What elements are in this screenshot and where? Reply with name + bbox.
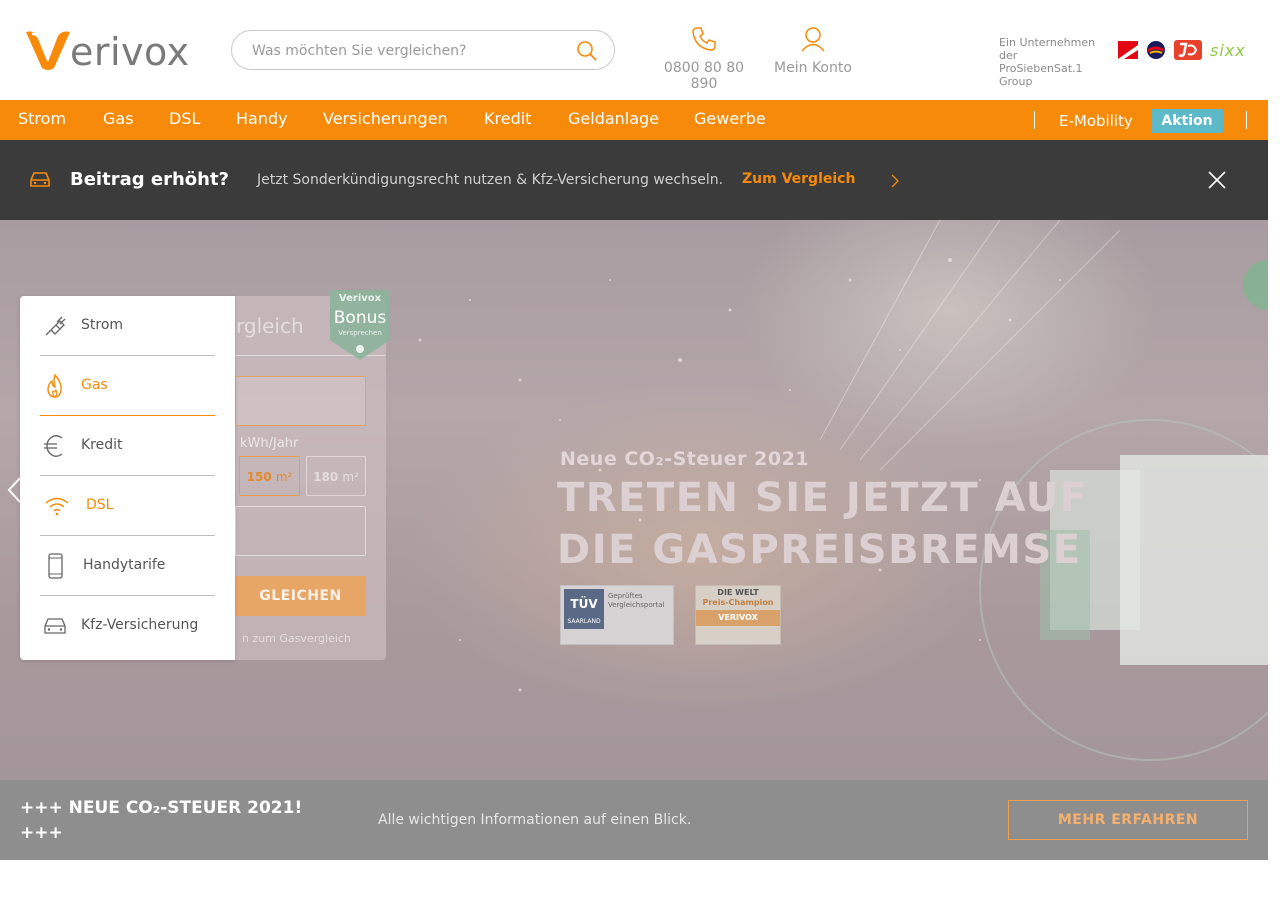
group-line: Group: [999, 75, 1033, 88]
product-menu: Strom Gas Kredit DSL Handytarife Kfz-Ver…: [20, 296, 235, 660]
tuv-seal-title: TÜV: [570, 597, 598, 611]
hero-subtitle: Neue CO₂-Steuer 2021: [560, 448, 810, 470]
nav-item-versicherungen[interactable]: Versicherungen: [323, 109, 448, 128]
nav-divider: [1246, 111, 1247, 129]
bonus-line: Bonus: [333, 308, 387, 328]
nav-item-emobility[interactable]: E-Mobility: [1059, 112, 1133, 130]
close-icon[interactable]: [1207, 170, 1227, 190]
user-icon: [801, 27, 825, 52]
phone-number-line2: 890: [690, 76, 718, 92]
nav-item-dsl[interactable]: DSL: [169, 109, 200, 128]
welt-seal: DIE WELT Preis-Champion VERIVOX: [695, 585, 781, 645]
menu-item-label: Strom: [81, 317, 124, 333]
plug-icon: [45, 316, 66, 336]
group-line: der: [999, 49, 1018, 62]
compare-button[interactable]: GLEICHEN: [235, 576, 366, 616]
scrollbar[interactable]: [1268, 0, 1280, 898]
car-icon: [44, 618, 66, 634]
consumption-field[interactable]: [235, 506, 366, 556]
group-line: Ein Unternehmen: [999, 36, 1096, 49]
size-option-180[interactable]: 180 m²: [306, 456, 366, 496]
welt-seal-sub: Preis-Champion: [702, 598, 774, 607]
menu-item-kredit[interactable]: Kredit: [40, 416, 215, 476]
nav-item-kredit[interactable]: Kredit: [484, 109, 531, 128]
strip-title: +++ NEUE CO₂-STEUER 2021! +++: [20, 796, 340, 846]
strip-description: Alle wichtigen Informationen auf einen B…: [378, 812, 692, 828]
co2-info-strip: +++ NEUE CO₂-STEUER 2021! +++ Alle wicht…: [0, 780, 1268, 860]
bonus-line: Verivox: [338, 293, 382, 304]
menu-item-label: Kredit: [81, 437, 123, 453]
verivox-v-icon: [26, 31, 70, 70]
site-header: erivox 0800 80 80 890 Mein Konto Ein Unt…: [0, 0, 1268, 100]
menu-item-strom[interactable]: Strom: [40, 296, 215, 356]
menu-item-gas[interactable]: Gas: [40, 356, 215, 416]
calculator-title: rgleich: [236, 314, 304, 338]
search-input[interactable]: [252, 39, 572, 63]
size-option-150[interactable]: 150 m²: [239, 456, 300, 496]
banner-description: Jetzt Sonderkündigungsrecht nutzen & Kfz…: [257, 172, 724, 188]
sixx-logo[interactable]: sixx: [1210, 41, 1246, 60]
tuv-seal: TÜV SAARLAND Geprüftes Vergleichsportal: [560, 585, 674, 645]
group-line: ProSiebenSat.1: [999, 62, 1083, 75]
banner-title: Beitrag erhöht?: [70, 169, 230, 190]
menu-item-label: DSL: [86, 497, 114, 513]
main-navigation: Strom Gas DSL Handy Versicherungen Kredi…: [0, 100, 1268, 140]
nav-item-gas[interactable]: Gas: [103, 109, 134, 128]
info-banner: Beitrag erhöht? Jetzt Sonderkündigungsre…: [0, 140, 1268, 220]
kwh-label: kWh/Jahr: [240, 436, 299, 451]
mobile-phone-icon: [48, 553, 63, 579]
phone-number-line1: 0800 80 80: [663, 60, 745, 76]
strip-title-line: +++: [20, 823, 63, 843]
strip-title-line: +++ NEUE CO₂-STEUER 2021!: [20, 798, 303, 818]
euro-icon: [44, 435, 63, 457]
nav-item-gewerbe[interactable]: Gewerbe: [694, 109, 766, 128]
gas-compare-link[interactable]: n zum Gasvergleich: [242, 632, 351, 645]
aktion-badge[interactable]: Aktion: [1151, 109, 1223, 133]
hero-section: Neue CO₂-Steuer 2021 TRETEN SIE JETZT AU…: [0, 220, 1268, 780]
hero-headline-line: TRETEN SIE JETZT AUF: [557, 475, 1089, 521]
zip-field[interactable]: [235, 376, 366, 426]
menu-item-label: Kfz-Versicherung: [81, 617, 199, 633]
car-icon: [30, 172, 50, 187]
group-affiliation: Ein Unternehmen der ProSiebenSat.1 Group: [999, 36, 1105, 88]
menu-item-handytarife[interactable]: Handytarife: [40, 536, 215, 596]
bonus-badge: Verivox Bonus Versprechen: [330, 290, 390, 360]
size-unit: m²: [275, 470, 293, 484]
kabeleins-logo-icon[interactable]: [1174, 40, 1202, 60]
hotline[interactable]: 0800 80 80 890: [656, 26, 752, 92]
account-link[interactable]: Mein Konto: [768, 26, 858, 76]
menu-item-dsl[interactable]: DSL: [40, 476, 215, 536]
search-icon[interactable]: [576, 40, 598, 62]
phone-icon: [692, 27, 716, 51]
banner-compare-link[interactable]: Zum Vergleich: [742, 171, 855, 187]
menu-item-label: Gas: [81, 377, 108, 393]
bonus-line: Versprechen: [338, 329, 382, 337]
nav-item-strom[interactable]: Strom: [18, 109, 66, 128]
size-value: 180: [313, 470, 339, 484]
tuv-seal-text: Geprüftes Vergleichsportal: [608, 592, 665, 609]
chevron-right-icon[interactable]: [890, 174, 900, 188]
welt-seal-brand: VERIVOX: [696, 610, 780, 626]
search-box[interactable]: [231, 30, 615, 70]
nav-divider: [1034, 111, 1035, 129]
tuv-seal-sub: SAARLAND: [567, 618, 601, 625]
hero-headline: TRETEN SIE JETZT AUF DIE GASPREISBREMSE: [557, 472, 1117, 576]
account-label: Mein Konto: [774, 60, 852, 76]
flame-icon: [47, 373, 62, 398]
nav-item-handy[interactable]: Handy: [236, 109, 288, 128]
menu-item-kfz-versicherung[interactable]: Kfz-Versicherung: [40, 596, 215, 656]
menu-item-label: Handytarife: [83, 557, 166, 573]
more-info-button[interactable]: MEHR ERFAHREN: [1008, 800, 1248, 840]
nav-item-geldanlage[interactable]: Geldanlage: [568, 109, 659, 128]
logo-text: erivox: [70, 30, 190, 74]
brand-logos: sixx: [1118, 40, 1246, 60]
welt-seal-title: DIE WELT: [717, 588, 759, 597]
size-value: 150: [246, 470, 272, 484]
hero-headline-line: DIE GASPREISBREMSE: [557, 527, 1082, 573]
sat1-logo-icon[interactable]: [1146, 40, 1166, 60]
verivox-logo[interactable]: erivox: [24, 28, 200, 74]
size-unit: m²: [342, 470, 359, 484]
wifi-icon: [45, 497, 69, 516]
prosieben-logo-icon[interactable]: [1118, 41, 1138, 59]
